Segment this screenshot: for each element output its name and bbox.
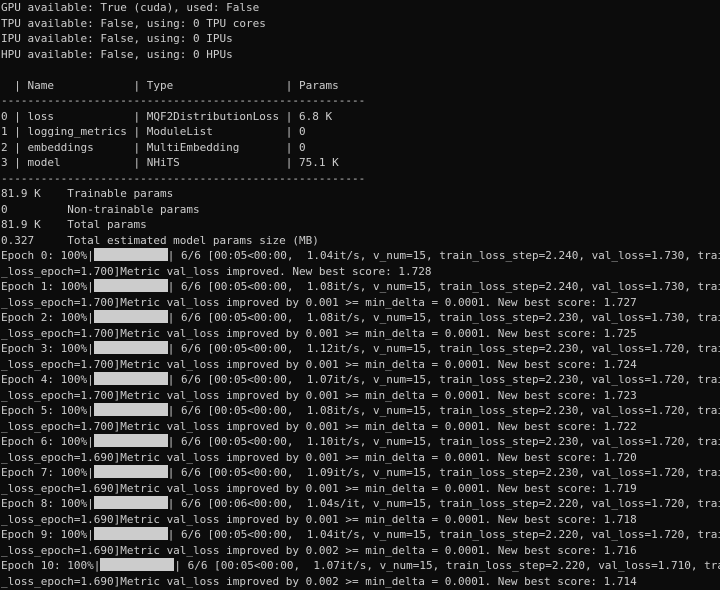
epoch-stats: | 6/6 [00:05<00:00, 1.08it/s, v_num=15, …: [167, 280, 720, 293]
ipu-line: IPU available: False, using: 0 IPUs: [1, 32, 233, 45]
epoch-metric-line: _loss_epoch=1.690]Metric val_loss improv…: [1, 481, 637, 495]
epoch-label: Epoch 0: 100%|: [1, 249, 94, 262]
epoch-label: Epoch 2: 100%|: [1, 311, 94, 324]
epoch-progress-line: Epoch 7: 100%| | 6/6 [00:05<00:00, 1.09it…: [1, 465, 720, 481]
model-summary-table: | Name | Type | Params -----------------…: [1, 78, 720, 187]
hpu-line: HPU available: False, using: 0 HPUs: [1, 47, 233, 61]
progress-bar: [93, 248, 168, 261]
progress-bar: [93, 310, 168, 323]
model-size: 0.327 Total estimated model params size …: [1, 233, 319, 247]
epoch-metric-line: _loss_epoch=1.700]Metric val_loss improv…: [1, 326, 637, 340]
epoch-stats: | 6/6 [00:05<00:00, 1.07it/s, v_num=15, …: [174, 559, 720, 572]
progress-bar: [93, 279, 168, 292]
table-row: 2 | embeddings | MultiEmbedding | 0: [1, 140, 306, 154]
header-block: GPU available: True (cuda), used: False …: [1, 0, 720, 62]
progress-bar: [93, 527, 168, 540]
epoch-stats: | 6/6 [00:05<00:00, 1.09it/s, v_num=15, …: [167, 466, 720, 479]
epoch-progress-line: Epoch 0: 100%| | 6/6 [00:05<00:00, 1.04it…: [1, 248, 720, 264]
epoch-metric-line: _loss_epoch=1.690]Metric val_loss improv…: [1, 512, 637, 526]
epoch-label: Epoch 1: 100%|: [1, 280, 94, 293]
terminal-window[interactable]: GPU available: True (cuda), used: False …: [0, 0, 720, 590]
epoch-progress-line: Epoch 6: 100%| | 6/6 [00:05<00:00, 1.10it…: [1, 434, 720, 450]
progress-bar: [93, 465, 168, 478]
epoch-label: Epoch 3: 100%|: [1, 342, 94, 355]
trainable-params: 81.9 K Trainable params: [1, 187, 174, 200]
epoch-label: Epoch 8: 100%|: [1, 497, 94, 510]
progress-bar: [93, 341, 168, 354]
table-row: 0 | loss | MQF2DistributionLoss | 6.8 K: [1, 109, 333, 123]
epoch-progress-line: Epoch 4: 100%| | 6/6 [00:05<00:00, 1.07it…: [1, 372, 720, 388]
epoch-stats: | 6/6 [00:05<00:00, 1.12it/s, v_num=15, …: [167, 342, 720, 355]
epoch-label: Epoch 6: 100%|: [1, 435, 94, 448]
progress-bar: [93, 372, 168, 385]
table-header: | Name | Type | Params: [1, 78, 339, 92]
table-divider: ----------------------------------------…: [1, 94, 366, 107]
epoch-progress-line: Epoch 2: 100%| | 6/6 [00:05<00:00, 1.08it…: [1, 310, 720, 326]
epoch-label: Epoch 9: 100%|: [1, 528, 94, 541]
epoch-stats: | 6/6 [00:05<00:00, 1.07it/s, v_num=15, …: [167, 373, 720, 386]
epoch-log: Epoch 0: 100%| | 6/6 [00:05<00:00, 1.04it…: [1, 248, 720, 589]
epoch-progress-line: Epoch 8: 100%| | 6/6 [00:06<00:00, 1.04s/…: [1, 496, 720, 512]
epoch-label: Epoch 7: 100%|: [1, 466, 94, 479]
epoch-label: Epoch 5: 100%|: [1, 404, 94, 417]
epoch-progress-line: Epoch 10: 100%| | 6/6 [00:05<00:00, 1.07i…: [1, 558, 720, 574]
tpu-line: TPU available: False, using: 0 TPU cores: [1, 16, 266, 30]
progress-bar: [93, 496, 168, 509]
epoch-stats: | 6/6 [00:06<00:00, 1.04s/it, v_num=15, …: [167, 497, 720, 510]
table-divider: ----------------------------------------…: [1, 171, 366, 185]
total-params: 81.9 K Total params: [1, 218, 147, 231]
epoch-progress-line: Epoch 5: 100%| | 6/6 [00:05<00:00, 1.08it…: [1, 403, 720, 419]
epoch-metric-line: _loss_epoch=1.700]Metric val_loss improv…: [1, 388, 637, 402]
progress-bar: [93, 434, 168, 447]
epoch-label: Epoch 4: 100%|: [1, 373, 94, 386]
epoch-metric-line: _loss_epoch=1.690]Metric val_loss improv…: [1, 574, 637, 588]
table-row: 3 | model | NHiTS | 75.1 K: [1, 156, 339, 169]
epoch-progress-line: Epoch 9: 100%| | 6/6 [00:05<00:00, 1.04it…: [1, 527, 720, 543]
non-trainable-params: 0 Non-trainable params: [1, 202, 200, 216]
gpu-line: GPU available: True (cuda), used: False: [1, 1, 260, 14]
epoch-stats: | 6/6 [00:05<00:00, 1.04it/s, v_num=15, …: [167, 249, 720, 262]
epoch-stats: | 6/6 [00:05<00:00, 1.04it/s, v_num=15, …: [167, 528, 720, 541]
epoch-metric-line: _loss_epoch=1.700]Metric val_loss improv…: [1, 419, 637, 433]
epoch-metric-line: _loss_epoch=1.700]Metric val_loss improv…: [1, 357, 637, 371]
progress-bar: [100, 558, 175, 571]
table-row: 1 | logging_metrics | ModuleList | 0: [1, 125, 306, 138]
progress-bar: [93, 403, 168, 416]
epoch-metric-line: _loss_epoch=1.690]Metric val_loss improv…: [1, 450, 637, 464]
epoch-stats: | 6/6 [00:05<00:00, 1.10it/s, v_num=15, …: [167, 435, 720, 448]
epoch-metric-line: _loss_epoch=1.700]Metric val_loss improv…: [1, 264, 432, 278]
epoch-metric-line: _loss_epoch=1.700]Metric val_loss improv…: [1, 295, 637, 309]
epoch-progress-line: Epoch 3: 100%| | 6/6 [00:05<00:00, 1.12it…: [1, 341, 720, 357]
param-summary: 81.9 K Trainable params 0 Non-trainable …: [1, 186, 720, 248]
epoch-stats: | 6/6 [00:05<00:00, 1.08it/s, v_num=15, …: [167, 404, 720, 417]
epoch-label: Epoch 10: 100%|: [1, 559, 101, 572]
epoch-stats: | 6/6 [00:05<00:00, 1.08it/s, v_num=15, …: [167, 311, 720, 324]
epoch-metric-line: _loss_epoch=1.690]Metric val_loss improv…: [1, 543, 637, 557]
epoch-progress-line: Epoch 1: 100%| | 6/6 [00:05<00:00, 1.08it…: [1, 279, 720, 295]
